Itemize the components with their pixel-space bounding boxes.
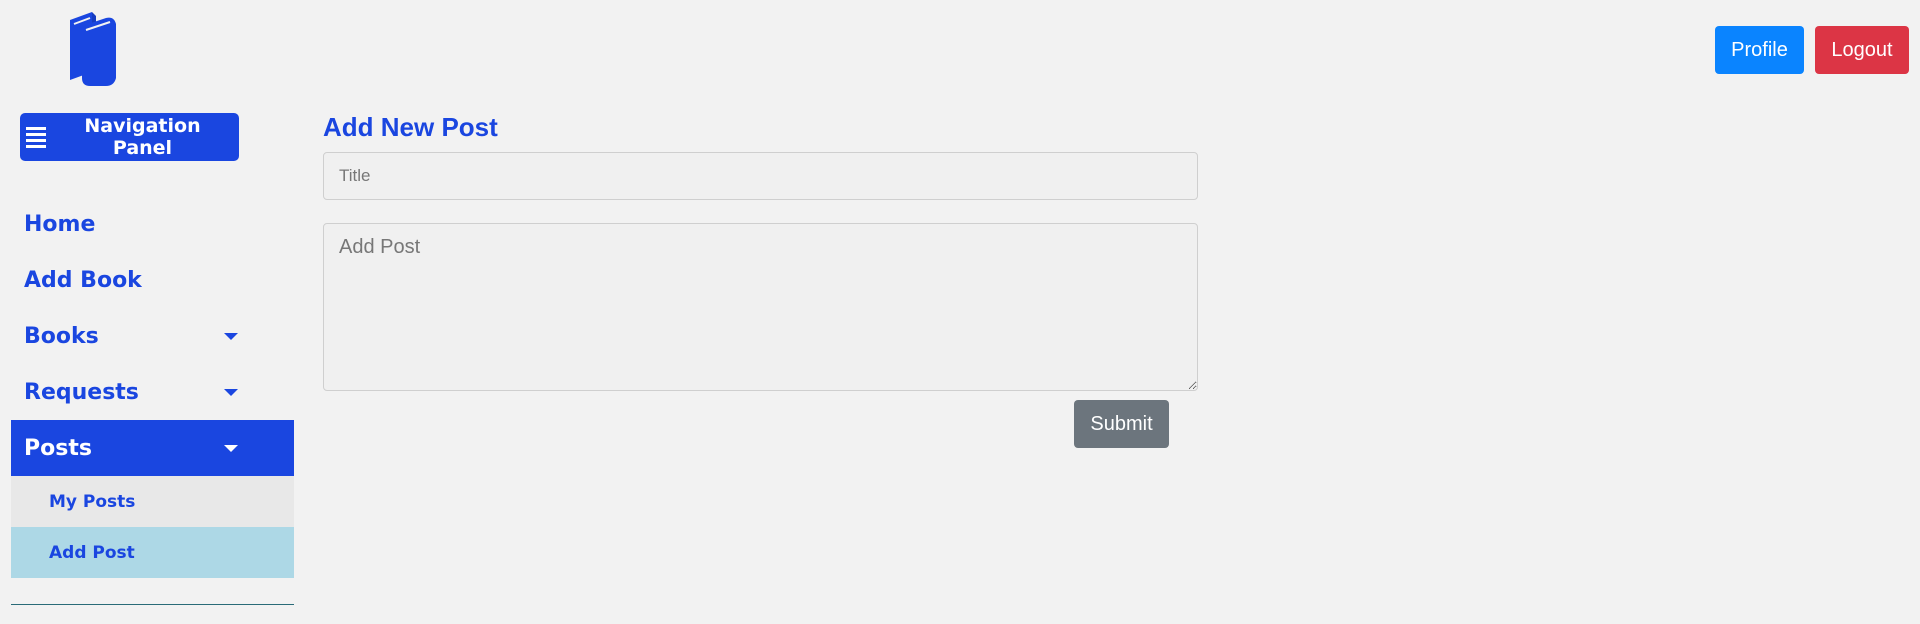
sidebar-item-add-book[interactable]: Add Book [11, 252, 294, 308]
chevron-down-icon [224, 388, 238, 396]
logout-button[interactable]: Logout [1815, 26, 1909, 74]
sidebar-subitem-add-post[interactable]: Add Post [11, 527, 294, 578]
sidebar-item-requests[interactable]: Requests [11, 364, 294, 420]
navigation-panel-button[interactable]: Navigation Panel [20, 113, 239, 161]
chevron-down-icon [224, 444, 238, 452]
sidebar: Home Add Book Books Requests Posts My Po… [11, 196, 294, 605]
sidebar-item-label: Books [24, 323, 99, 349]
submit-button[interactable]: Submit [1074, 400, 1169, 448]
sidebar-subitem-my-posts[interactable]: My Posts [11, 476, 294, 527]
add-post-form: Add New Post [323, 112, 1198, 391]
sidebar-item-label: Requests [24, 379, 139, 405]
sidebar-item-label: Home [24, 211, 96, 237]
profile-button[interactable]: Profile [1715, 26, 1804, 74]
sidebar-item-books[interactable]: Books [11, 308, 294, 364]
sidebar-divider [11, 604, 294, 605]
header-actions: Profile Logout [1715, 26, 1909, 74]
navigation-panel-label: Navigation Panel [84, 115, 201, 159]
sidebar-item-home[interactable]: Home [11, 196, 294, 252]
sidebar-item-label: Posts [24, 435, 92, 461]
chevron-down-icon [224, 332, 238, 340]
post-textarea[interactable] [323, 223, 1198, 391]
books-logo-icon [66, 10, 134, 87]
page-title: Add New Post [323, 112, 498, 142]
menu-icon [26, 126, 46, 148]
sidebar-subitem-label: My Posts [49, 491, 136, 512]
sidebar-item-posts[interactable]: Posts [11, 420, 294, 476]
sidebar-subitem-label: Add Post [49, 542, 135, 563]
sidebar-item-label: Add Book [24, 267, 142, 293]
title-input[interactable] [323, 152, 1198, 200]
